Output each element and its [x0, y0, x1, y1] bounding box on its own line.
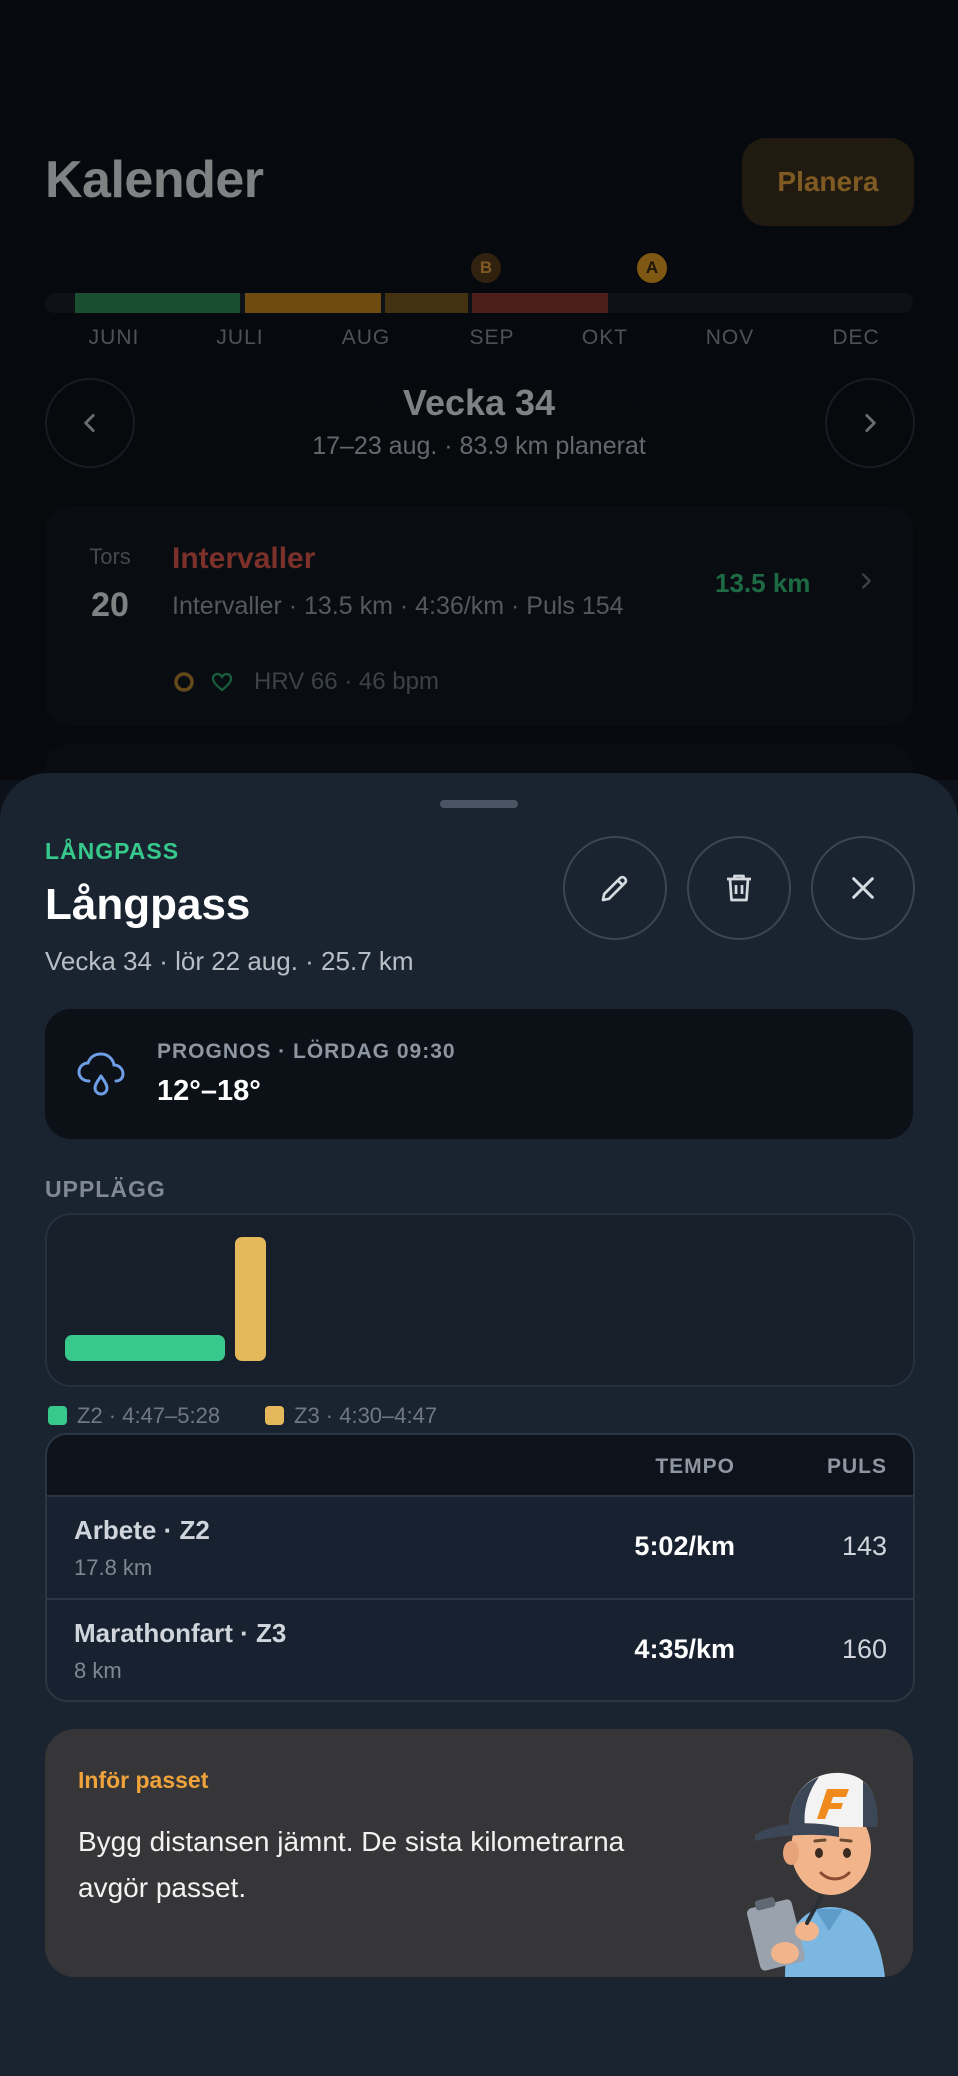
- month-label: DEC: [832, 326, 880, 349]
- step-name: Arbete · Z2: [74, 1515, 210, 1545]
- workout-details: Intervaller · 13.5 km · 4:36/km · Puls 1…: [172, 592, 624, 620]
- next-week-button[interactable]: [825, 378, 915, 468]
- day-date: 20: [91, 586, 129, 624]
- workout-name: Intervaller: [172, 542, 316, 575]
- sheet-drag-handle[interactable]: [440, 800, 518, 808]
- close-button[interactable]: [811, 836, 915, 940]
- tip-text-line: Bygg distansen jämnt. De sista kilometra…: [78, 1826, 625, 1857]
- close-icon: [852, 877, 874, 899]
- column-header-tempo: TEMPO: [655, 1455, 735, 1478]
- month-label: JULI: [216, 326, 264, 349]
- workout-steps-table: TEMPO PULS Arbete · Z2 17.8 km 5:02/km 1…: [45, 1433, 915, 1702]
- hrv-readout: HRV 66 · 46 bpm: [254, 668, 439, 695]
- table-row: Marathonfart · Z3 8 km 4:35/km 160: [47, 1598, 913, 1700]
- race-marker-b[interactable]: B: [471, 253, 501, 283]
- season-timeline[interactable]: [45, 293, 913, 313]
- month-label: AUG: [341, 326, 391, 349]
- zone-bar-z3: [235, 1237, 266, 1361]
- tip-text: Bygg distansen jämnt. De sista kilometra…: [78, 1819, 624, 1911]
- legend-text: Z2 · 4:47–5:28: [77, 1403, 221, 1428]
- workout-title: Långpass: [45, 880, 251, 929]
- plan-section-label: UPPLÄGG: [45, 1176, 166, 1202]
- chevron-right-icon: [865, 414, 876, 432]
- step-tempo: 4:35/km: [634, 1634, 735, 1664]
- step-distance: 8 km: [74, 1658, 122, 1683]
- phase-segment: [472, 293, 608, 313]
- week-subtitle: 17–23 aug. · 83.9 km planerat: [312, 432, 646, 460]
- table-row: Arbete · Z2 17.8 km 5:02/km 143: [47, 1497, 913, 1598]
- month-label: JUNI: [88, 326, 140, 349]
- workout-category: LÅNGPASS: [45, 838, 180, 864]
- zone-bar-z2: [65, 1335, 225, 1361]
- phase-segment: [385, 293, 468, 313]
- month-label: OKT: [581, 326, 629, 349]
- step-distance: 17.8 km: [74, 1555, 153, 1580]
- tip-text-line: avgör passet.: [78, 1872, 247, 1903]
- day-weekday: Tors: [89, 544, 131, 569]
- weather-temp: 12°–18°: [157, 1075, 261, 1107]
- column-header-puls: PULS: [826, 1455, 887, 1478]
- heart-icon: [211, 672, 233, 692]
- workout-profile-chart: [45, 1213, 915, 1387]
- delete-button[interactable]: [687, 836, 791, 940]
- step-puls: 143: [841, 1531, 887, 1561]
- chevron-right-icon: [862, 573, 871, 589]
- legend-swatch: [48, 1406, 67, 1425]
- week-title: Vecka 34: [402, 382, 556, 423]
- legend-text: Z3 · 4:30–4:47: [294, 1403, 438, 1428]
- plan-button[interactable]: Planera: [742, 138, 914, 226]
- legend-z3: Z3 · 4:30–4:47: [265, 1403, 437, 1429]
- table-header: TEMPO PULS: [47, 1435, 913, 1497]
- step-tempo: 5:02/km: [634, 1531, 735, 1561]
- trash-icon: [727, 874, 751, 902]
- weather-label: PROGNOS · LÖRDAG 09:30: [157, 1040, 456, 1063]
- workout-subtitle: Vecka 34 · lör 22 aug. · 25.7 km: [45, 946, 414, 976]
- phase-segment: [75, 293, 240, 313]
- ring-icon: [174, 672, 194, 692]
- edit-button[interactable]: [563, 836, 667, 940]
- race-marker-a[interactable]: A: [637, 253, 667, 283]
- page-title: Kalender: [45, 151, 264, 209]
- phase-segment: [245, 293, 381, 313]
- workout-distance: 13.5 km: [715, 568, 811, 598]
- legend-swatch: [265, 1406, 284, 1425]
- rain-cloud-icon: [77, 1052, 125, 1096]
- coach-tip-card: Inför passet Bygg distansen jämnt. De si…: [45, 1729, 913, 1977]
- pencil-icon: [601, 875, 628, 902]
- step-puls: 160: [841, 1634, 887, 1664]
- month-label: NOV: [705, 326, 755, 349]
- legend-z2: Z2 · 4:47–5:28: [48, 1403, 220, 1429]
- month-label: SEP: [469, 326, 515, 349]
- step-name: Marathonfart · Z3: [74, 1618, 287, 1648]
- day-card[interactable]: Tors 20 Intervaller Intervaller · 13.5 k…: [45, 506, 913, 726]
- weather-card: PROGNOS · LÖRDAG 09:30 12°–18°: [45, 1009, 913, 1139]
- coach-avatar-icon: [747, 1772, 885, 1977]
- tip-title: Inför passet: [78, 1767, 209, 1793]
